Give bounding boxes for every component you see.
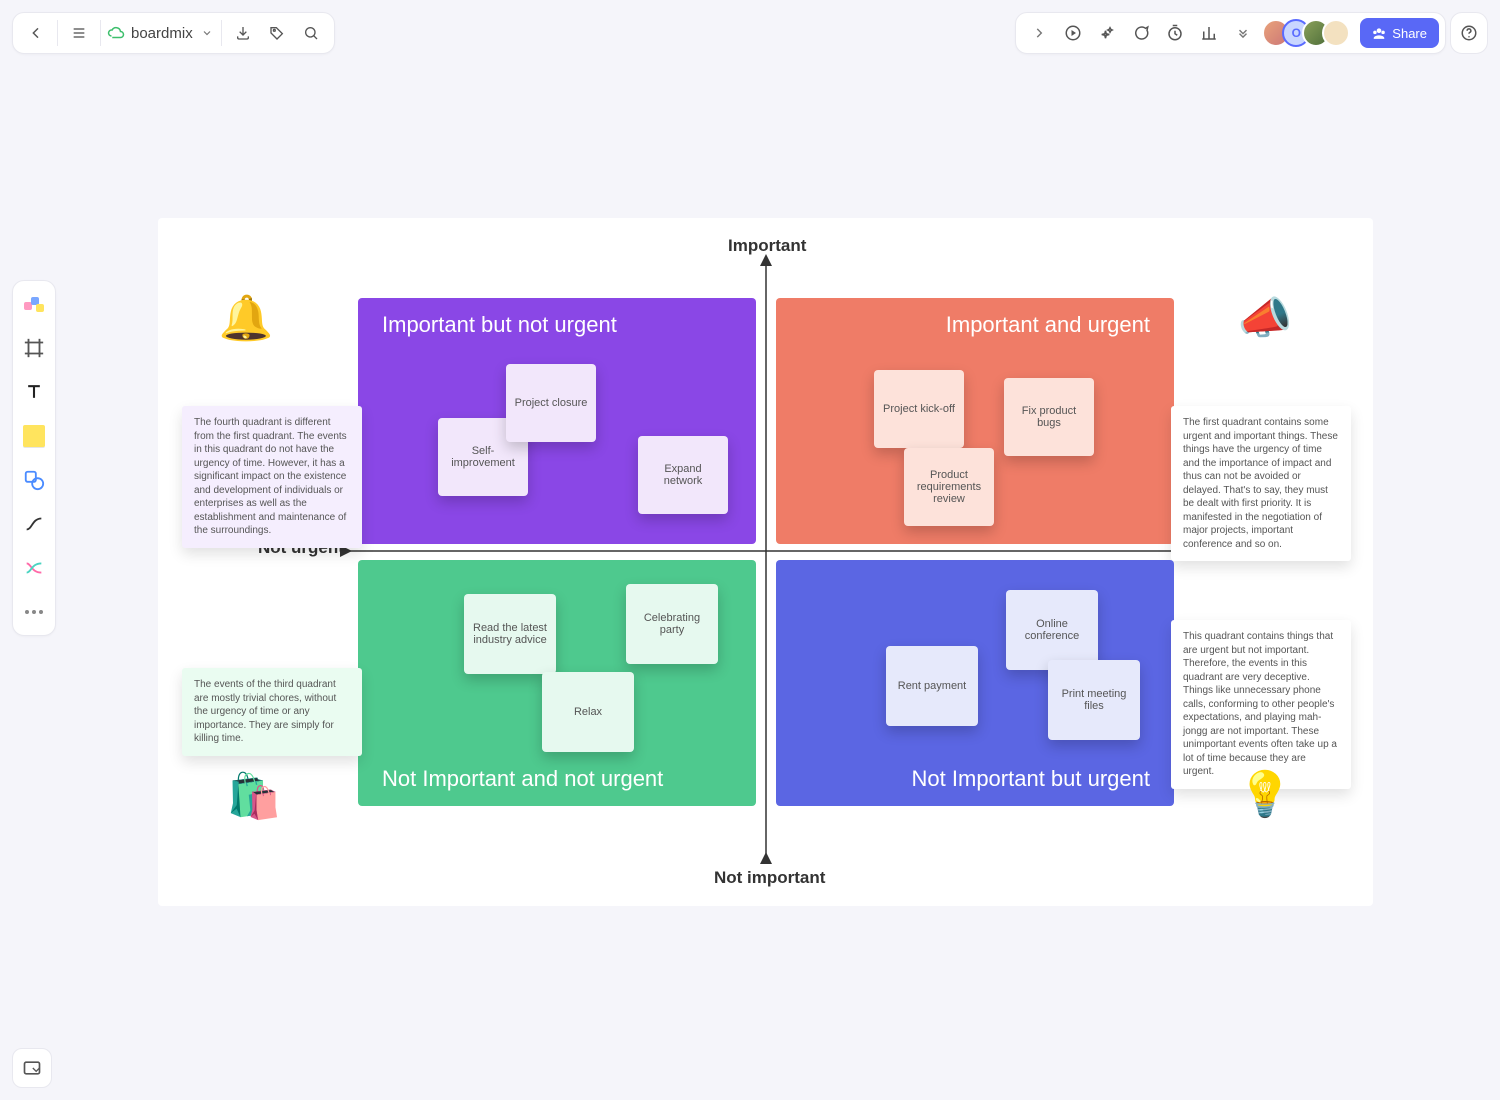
lamp-icon: 💡 <box>1237 766 1293 822</box>
present-button[interactable] <box>1056 16 1090 50</box>
sticky-note[interactable]: Read the latest industry advice <box>464 594 556 674</box>
quadrant-not-important-not-urgent[interactable]: Not Important and not urgent Read the la… <box>358 560 756 806</box>
sticky-note[interactable]: Product requirements review <box>904 448 994 526</box>
sticky-note[interactable]: Relax <box>542 672 634 752</box>
tag-button[interactable] <box>260 16 294 50</box>
timer-button[interactable] <box>1158 16 1192 50</box>
chart-button[interactable] <box>1192 16 1226 50</box>
quadrant-description: The fourth quadrant is different from th… <box>182 406 362 548</box>
divider <box>100 20 101 46</box>
sticky-note[interactable]: Project closure <box>506 364 596 442</box>
sticky-note-tool[interactable] <box>19 421 49 451</box>
help-button[interactable] <box>1450 12 1488 54</box>
sticky-note[interactable]: Print meeting files <box>1048 660 1140 740</box>
top-left-toolbar: boardmix <box>12 12 335 54</box>
text-tool[interactable] <box>19 377 49 407</box>
back-button[interactable] <box>19 16 53 50</box>
more-top-button[interactable] <box>1226 16 1260 50</box>
minimap-button[interactable] <box>12 1048 52 1088</box>
search-button[interactable] <box>294 16 328 50</box>
expand-button[interactable] <box>1022 16 1056 50</box>
shopping-bag-icon: 🛍️ <box>226 768 282 824</box>
sticky-note-icon <box>23 425 45 447</box>
avatar-stack[interactable]: O <box>1270 19 1350 47</box>
quadrant-description: The events of the third quadrant are mos… <box>182 668 362 756</box>
app-title-group[interactable]: boardmix <box>105 24 217 42</box>
quadrant-title: Not Important and not urgent <box>382 766 663 792</box>
frame-tool[interactable] <box>19 333 49 363</box>
quadrant-title: Not Important but urgent <box>912 766 1150 792</box>
comment-button[interactable] <box>1124 16 1158 50</box>
divider <box>221 20 222 46</box>
download-button[interactable] <box>226 16 260 50</box>
share-label: Share <box>1392 26 1427 41</box>
quadrant-important-urgent[interactable]: Important and urgent Project kick-off Fi… <box>776 298 1174 544</box>
connector-tool[interactable] <box>19 509 49 539</box>
megaphone-icon: 📣 <box>1237 290 1293 346</box>
quadrant-not-important-urgent[interactable]: Not Important but urgent Online conferen… <box>776 560 1174 806</box>
top-right-toolbar: O Share <box>1015 12 1446 54</box>
axes-lines <box>158 218 1373 906</box>
quadrant-description: This quadrant contains things that are u… <box>1171 620 1351 789</box>
quadrant-description: The first quadrant contains some urgent … <box>1171 406 1351 561</box>
bell-icon: 🔔 <box>218 290 274 346</box>
more-tools[interactable] <box>19 597 49 627</box>
sticky-note[interactable]: Project kick-off <box>874 370 964 448</box>
app-title: boardmix <box>131 25 193 42</box>
sticky-note[interactable]: Rent payment <box>886 646 978 726</box>
quadrant-important-not-urgent[interactable]: Important but not urgent Self-improvemen… <box>358 298 756 544</box>
mindmap-tool[interactable] <box>19 553 49 583</box>
avatar[interactable] <box>1322 19 1350 47</box>
templates-tool[interactable] <box>19 289 49 319</box>
axis-label-bottom: Not important <box>714 868 825 888</box>
cloud-sync-icon <box>107 24 125 42</box>
spark-button[interactable] <box>1090 16 1124 50</box>
quadrant-title: Important but not urgent <box>382 312 617 338</box>
canvas-board[interactable]: Important Not important Not urgent Urgen… <box>158 218 1373 906</box>
axis-label-top: Important <box>728 236 806 256</box>
chevron-down-icon <box>201 27 213 39</box>
shape-tool[interactable] <box>19 465 49 495</box>
quadrant-title: Important and urgent <box>946 312 1150 338</box>
sticky-note[interactable]: Celebrating party <box>626 584 718 664</box>
divider <box>57 20 58 46</box>
sticky-note[interactable]: Fix product bugs <box>1004 378 1094 456</box>
sticky-note[interactable]: Online conference <box>1006 590 1098 670</box>
sticky-note[interactable]: Expand network <box>638 436 728 514</box>
left-toolbar <box>12 280 56 636</box>
menu-button[interactable] <box>62 16 96 50</box>
share-button[interactable]: Share <box>1360 18 1439 48</box>
